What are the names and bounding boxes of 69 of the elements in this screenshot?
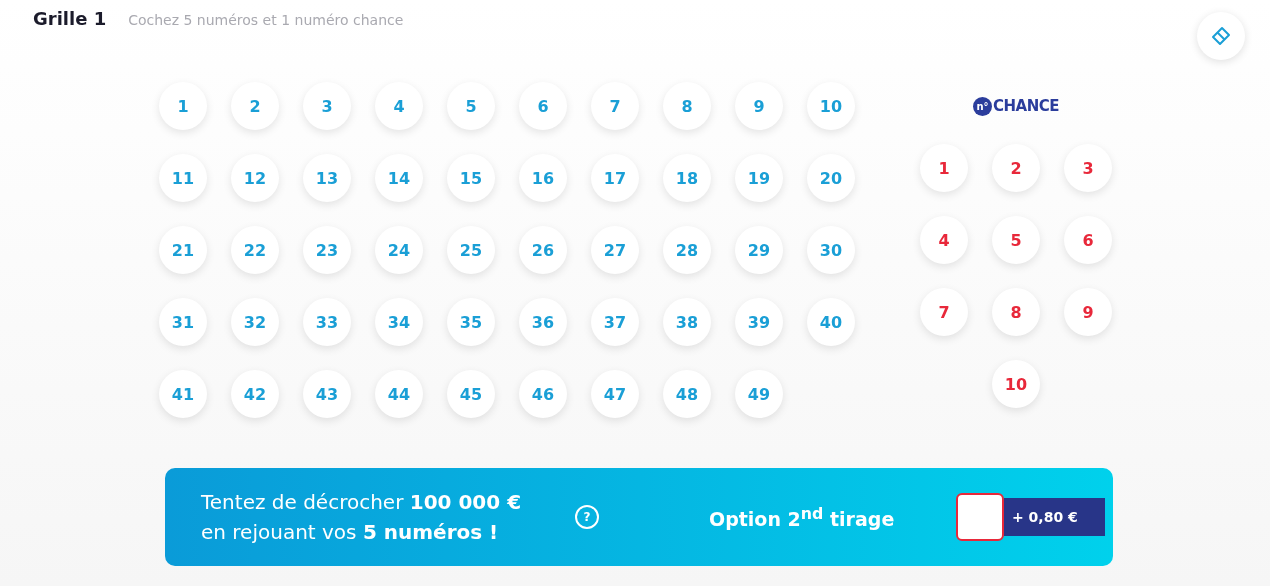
- number-ball[interactable]: 38: [663, 298, 711, 346]
- number-ball[interactable]: 24: [375, 226, 423, 274]
- number-ball[interactable]: 4: [375, 82, 423, 130]
- number-ball[interactable]: 2: [992, 144, 1040, 192]
- number-ball[interactable]: 6: [519, 82, 567, 130]
- number-ball[interactable]: 45: [447, 370, 495, 418]
- number-ball[interactable]: 19: [735, 154, 783, 202]
- number-ball[interactable]: 48: [663, 370, 711, 418]
- number-ball[interactable]: 32: [231, 298, 279, 346]
- number-ball[interactable]: 3: [1064, 144, 1112, 192]
- number-ball[interactable]: 37: [591, 298, 639, 346]
- number-ball[interactable]: 18: [663, 154, 711, 202]
- number-ball[interactable]: 23: [303, 226, 351, 274]
- number-ball[interactable]: 39: [735, 298, 783, 346]
- number-ball[interactable]: 26: [519, 226, 567, 274]
- number-ball[interactable]: 11: [159, 154, 207, 202]
- promo-text: Tentez de décrocher 100 000 € en rejouant vos 5 numéros !: [201, 489, 523, 546]
- number-ball[interactable]: 4: [920, 216, 968, 264]
- help-button[interactable]: ?: [575, 505, 599, 529]
- number-ball[interactable]: 2: [231, 82, 279, 130]
- number-ball[interactable]: 41: [159, 370, 207, 418]
- number-ball[interactable]: 17: [591, 154, 639, 202]
- number-ball[interactable]: 25: [447, 226, 495, 274]
- number-ball[interactable]: 14: [375, 154, 423, 202]
- eraser-button[interactable]: [1197, 12, 1245, 60]
- number-ball[interactable]: 5: [992, 216, 1040, 264]
- chance-logo: n° CHANCE: [973, 94, 1059, 118]
- grid-title: Grille 1: [33, 8, 107, 29]
- number-ball[interactable]: 44: [375, 370, 423, 418]
- number-ball[interactable]: 49: [735, 370, 783, 418]
- number-ball[interactable]: 9: [1064, 288, 1112, 336]
- number-ball[interactable]: 5: [447, 82, 495, 130]
- number-ball[interactable]: 20: [807, 154, 855, 202]
- number-ball[interactable]: 31: [159, 298, 207, 346]
- number-ball[interactable]: 16: [519, 154, 567, 202]
- number-ball[interactable]: 36: [519, 298, 567, 346]
- option-checkbox[interactable]: [956, 493, 1004, 541]
- number-ball[interactable]: 7: [591, 82, 639, 130]
- number-ball[interactable]: 43: [303, 370, 351, 418]
- number-ball[interactable]: 13: [303, 154, 351, 202]
- number-ball[interactable]: 6: [1064, 216, 1112, 264]
- number-ball[interactable]: 12: [231, 154, 279, 202]
- number-ball[interactable]: 8: [992, 288, 1040, 336]
- number-ball[interactable]: 33: [303, 298, 351, 346]
- number-ball[interactable]: 1: [920, 144, 968, 192]
- number-ball[interactable]: 40: [807, 298, 855, 346]
- number-ball[interactable]: 8: [663, 82, 711, 130]
- number-ball[interactable]: 46: [519, 370, 567, 418]
- number-ball[interactable]: 47: [591, 370, 639, 418]
- number-ball[interactable]: 9: [735, 82, 783, 130]
- number-ball[interactable]: 27: [591, 226, 639, 274]
- number-ball[interactable]: 42: [231, 370, 279, 418]
- number-ball[interactable]: 10: [992, 360, 1040, 408]
- eraser-icon: [1210, 25, 1232, 47]
- number-ball[interactable]: 10: [807, 82, 855, 130]
- number-ball[interactable]: 7: [920, 288, 968, 336]
- number-ball[interactable]: 22: [231, 226, 279, 274]
- number-ball[interactable]: 30: [807, 226, 855, 274]
- number-ball[interactable]: 29: [735, 226, 783, 274]
- number-ball[interactable]: 21: [159, 226, 207, 274]
- number-ball[interactable]: 35: [447, 298, 495, 346]
- instruction-text: Cochez 5 numéros et 1 numéro chance: [128, 12, 404, 28]
- number-ball[interactable]: 15: [447, 154, 495, 202]
- number-ball[interactable]: 3: [303, 82, 351, 130]
- number-ball[interactable]: 28: [663, 226, 711, 274]
- number-ball[interactable]: 1: [159, 82, 207, 130]
- price-tag: + 0,80 €: [1004, 498, 1105, 536]
- option-label: Option 2$^{nd}$ tirage: [709, 503, 896, 531]
- number-ball[interactable]: 34: [375, 298, 423, 346]
